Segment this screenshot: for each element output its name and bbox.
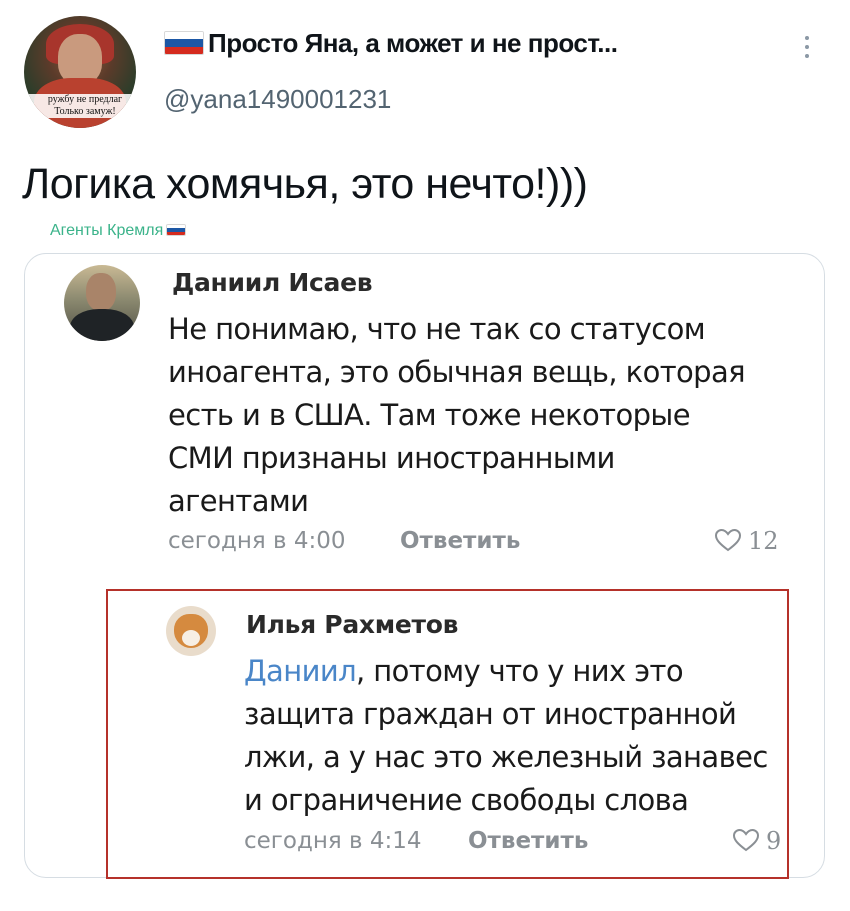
comment-timestamp: сегодня в 4:00 <box>168 528 346 554</box>
like-button[interactable]: 9 <box>732 827 781 855</box>
profile-avatar[interactable]: ружбу не предлаг Только замуж! <box>24 16 136 128</box>
comment-line-rest: , потому что у них это <box>356 654 684 688</box>
avatar-caption-line1: ружбу не предлаг <box>24 94 136 106</box>
comment-line: Даниил, потому что у них это <box>244 650 768 693</box>
user-handle[interactable]: @yana1490001231 <box>164 84 391 115</box>
like-button[interactable]: 12 <box>714 527 779 555</box>
tweet-text: Логика хомячья, это нечто!))) <box>22 160 588 208</box>
comment-timestamp: сегодня в 4:14 <box>244 828 422 854</box>
comment-text: Даниил, потому что у них это защита граж… <box>244 650 768 822</box>
heart-outline-icon <box>732 828 760 852</box>
comment-line: агентами <box>168 484 309 518</box>
comment-line: есть и в США. Там тоже некоторые <box>168 398 691 432</box>
comment-line: СМИ признаны иностранными <box>168 441 615 475</box>
source-tag[interactable]: Агенты Кремля <box>50 222 187 240</box>
mention-link[interactable]: Даниил <box>244 654 357 688</box>
russian-flag-icon <box>166 224 187 236</box>
comment-author[interactable]: Даниил Исаев <box>172 268 373 297</box>
avatar-caption-line2: Только замуж! <box>24 106 136 118</box>
like-count: 12 <box>748 527 779 555</box>
reply-button[interactable]: Ответить <box>468 828 588 854</box>
comment-line: иноагента, это обычная вещь, которая <box>168 355 746 389</box>
like-count: 9 <box>766 827 782 855</box>
display-name[interactable]: Просто Яна, а может и не прост... <box>164 28 618 59</box>
comment-line: лжи, а у нас это железный занавес <box>244 740 768 774</box>
comment-text: Не понимаю, что не так со статусом иноаг… <box>168 308 746 523</box>
comment-line: Не понимаю, что не так со статусом <box>168 312 706 346</box>
avatar[interactable] <box>64 265 140 341</box>
heart-outline-icon <box>714 528 742 552</box>
russian-flag-icon <box>164 31 204 55</box>
comment-line: защита граждан от иностранной <box>244 697 737 731</box>
source-tag-label: Агенты Кремля <box>50 222 164 239</box>
display-name-text: Просто Яна, а может и не прост... <box>208 28 618 58</box>
more-vertical-icon[interactable] <box>803 36 811 62</box>
reply-button[interactable]: Ответить <box>400 528 520 554</box>
comment-author[interactable]: Илья Рахметов <box>246 610 458 639</box>
avatar[interactable] <box>166 606 216 656</box>
comment-line: и ограничение свободы слова <box>244 783 689 817</box>
